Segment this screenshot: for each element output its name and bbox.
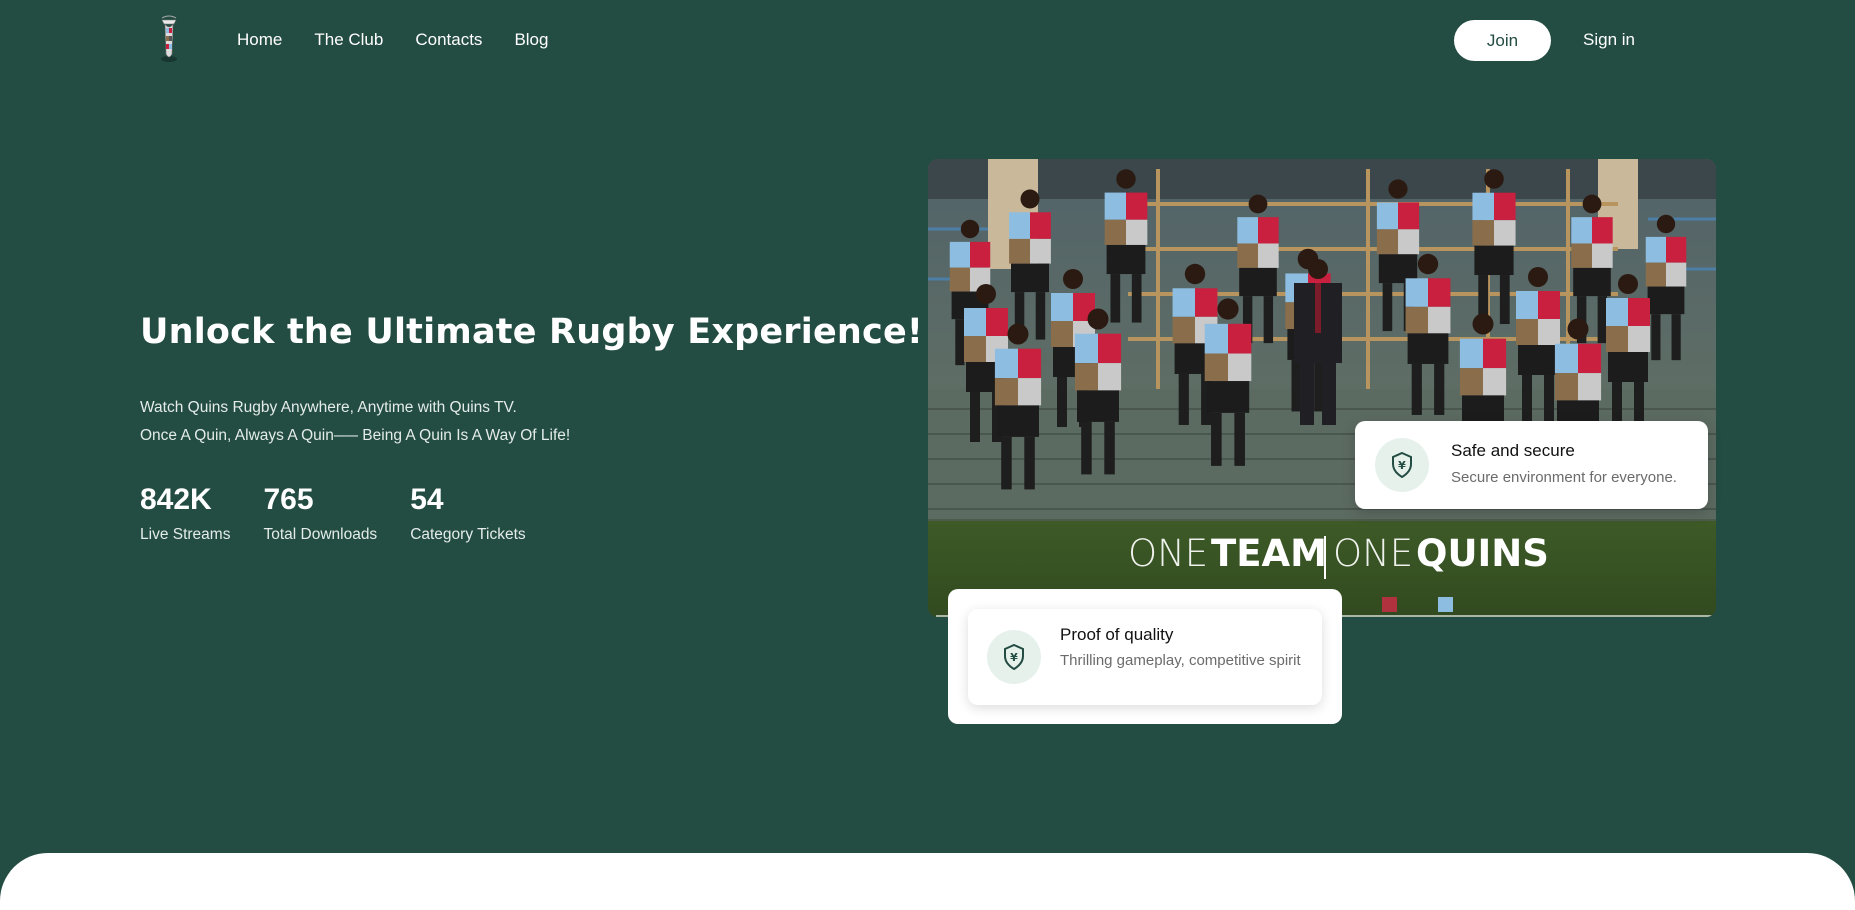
join-button[interactable]: Join [1454,20,1551,61]
hero-title: Unlock the Ultimate Rugby Experience! [140,312,924,352]
svg-text:¥: ¥ [1398,459,1406,472]
banner-team: TEAM [1211,532,1327,575]
sign-in-link[interactable]: Sign in [1583,30,1635,50]
banner-quins: QUINS [1416,532,1549,575]
card-title: Proof of quality [1060,625,1174,644]
nav-the-club-link[interactable]: The Club [314,30,383,50]
top-navigation: Home The Club Contacts Blog Join Sign in [0,0,1855,82]
proof-of-quality-inner: ¥ Proof of quality Thrilling gameplay, c… [968,609,1322,705]
team-photo: ONE TEAM ONE QUINS [928,159,1716,617]
hero-subtitle-line-1: Watch Quins Rugby Anywhere, Anytime with… [140,399,517,416]
main-menu: Home The Club Contacts Blog [237,30,548,50]
shield-yen-icon: ¥ [1375,438,1429,492]
shield-yen-icon: ¥ [987,630,1041,684]
nav-blog-link[interactable]: Blog [514,30,548,50]
slide-indicator-blue[interactable] [1438,597,1453,612]
stat-label: Category Tickets [410,526,526,543]
stat-category-tickets: 54 Category Tickets [410,482,525,544]
card-title: Safe and secure [1451,441,1575,460]
stat-live-streams: 842K Live Streams [140,482,230,544]
proof-of-quality-card: ¥ Proof of quality Thrilling gameplay, c… [948,589,1342,724]
stat-value: 842K [140,483,212,516]
hero-subtitle: Watch Quins Rugby Anywhere, Anytime with… [140,394,570,450]
stat-value: 765 [263,483,314,516]
club-logo[interactable] [150,14,188,64]
slide-indicator-red[interactable] [1382,597,1397,612]
stats-row: 842K Live Streams 765 Total Downloads 54… [140,482,559,544]
nav-contacts-link[interactable]: Contacts [415,30,482,50]
stat-total-downloads: 765 Total Downloads [263,482,377,544]
stat-value: 54 [410,483,444,516]
card-description: Thrilling gameplay, competitive spirit [1060,652,1301,669]
hero-subtitle-line-2: Once A Quin, Always A Quin—– Being A Qui… [140,427,571,444]
banner-one-right: ONE [1333,532,1413,575]
team-photo-image: ONE TEAM ONE QUINS [928,159,1716,617]
nav-home-link[interactable]: Home [237,30,282,50]
stat-label: Live Streams [140,526,231,543]
banner-one-left: ONE [1128,532,1208,575]
card-description: Secure environment for everyone. [1451,469,1677,486]
stat-label: Total Downloads [263,526,378,543]
svg-text:¥: ¥ [1010,651,1018,664]
safe-and-secure-card: ¥ Safe and secure Secure environment for… [1355,421,1708,509]
content-section-top [0,853,1855,910]
